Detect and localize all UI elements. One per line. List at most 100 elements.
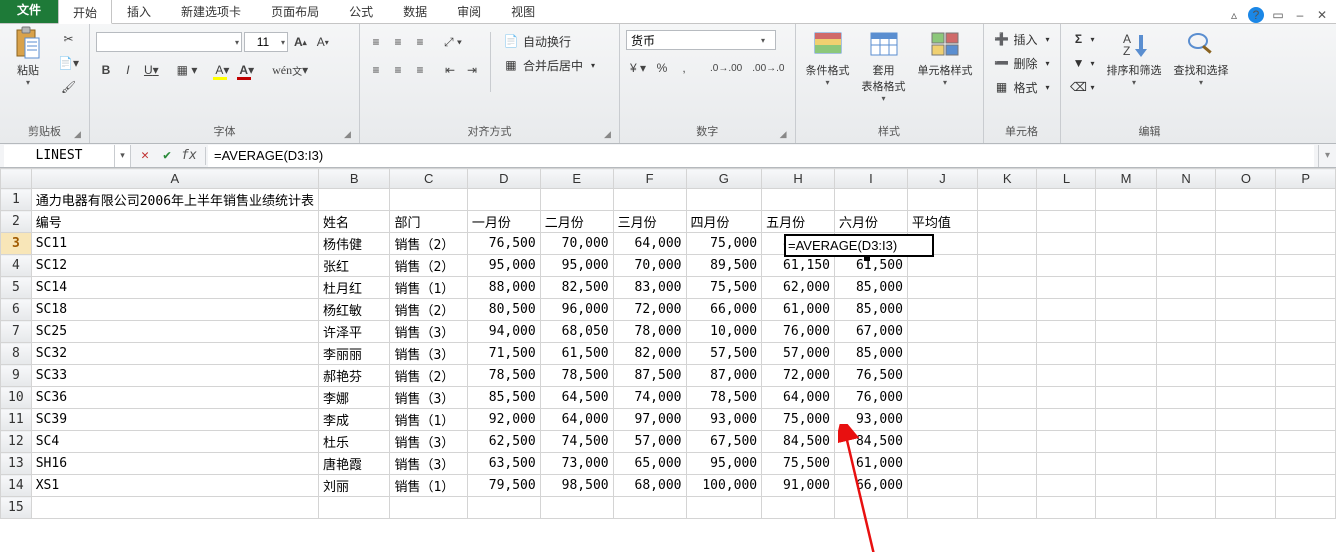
cell[interactable] — [1216, 321, 1276, 343]
cell[interactable] — [907, 233, 977, 255]
cell[interactable]: SC18 — [31, 299, 318, 321]
cell[interactable] — [1156, 387, 1216, 409]
column-header[interactable]: B — [319, 169, 390, 189]
cell[interactable]: 销售（3） — [390, 431, 467, 453]
cell[interactable] — [467, 189, 540, 211]
cell[interactable]: SC39 — [31, 409, 318, 431]
cell[interactable] — [1276, 409, 1336, 431]
cell[interactable]: 62,000 — [762, 277, 835, 299]
cell[interactable] — [1156, 299, 1216, 321]
window-minimize-icon[interactable]: – — [1292, 7, 1308, 23]
phonetic-button[interactable]: wén文 ▾ — [268, 59, 312, 81]
cell[interactable]: 74,500 — [540, 431, 613, 453]
cell[interactable]: 85,000 — [835, 277, 908, 299]
cell[interactable] — [1216, 277, 1276, 299]
cell[interactable]: 57,000 — [762, 343, 835, 365]
cell[interactable]: 87,000 — [686, 365, 762, 387]
cell[interactable]: 78,500 — [540, 365, 613, 387]
cell[interactable]: 64,000 — [762, 387, 835, 409]
cell[interactable] — [390, 497, 467, 519]
cell[interactable] — [1037, 409, 1096, 431]
cell[interactable]: 83,000 — [613, 277, 686, 299]
cell[interactable] — [1096, 343, 1156, 365]
cell[interactable] — [978, 277, 1037, 299]
tab-审阅[interactable]: 审阅 — [442, 0, 496, 23]
cell[interactable] — [1156, 189, 1216, 211]
row-header[interactable]: 9 — [1, 365, 32, 387]
cell[interactable]: 67,500 — [686, 431, 762, 453]
cell[interactable] — [540, 497, 613, 519]
cell[interactable] — [907, 189, 977, 211]
dialog-launcher-icon[interactable]: ◢ — [344, 129, 351, 140]
cell[interactable] — [1276, 387, 1336, 409]
cell[interactable] — [1037, 233, 1096, 255]
decrease-font-icon[interactable]: A▾ — [313, 31, 333, 53]
accounting-format-icon[interactable]: ¥ ▾ — [626, 57, 650, 79]
wrap-text-button[interactable]: 📄自动换行 — [499, 30, 599, 52]
cell[interactable] — [907, 299, 977, 321]
font-color-button[interactable]: A ▾ — [235, 59, 258, 81]
cell[interactable]: 销售（2） — [390, 299, 467, 321]
column-header[interactable]: D — [467, 169, 540, 189]
column-header[interactable]: A — [31, 169, 318, 189]
cell[interactable] — [1216, 475, 1276, 497]
cell[interactable]: 平均值 — [907, 211, 977, 233]
cell[interactable] — [978, 453, 1037, 475]
cell[interactable] — [762, 497, 835, 519]
cell[interactable] — [1037, 497, 1096, 519]
cell[interactable]: 唐艳霞 — [319, 453, 390, 475]
cell[interactable]: 61,500 — [835, 255, 908, 277]
cell[interactable] — [1156, 211, 1216, 233]
cell[interactable] — [1037, 453, 1096, 475]
cell[interactable]: 64,500 — [540, 387, 613, 409]
cell[interactable]: 79,500 — [467, 475, 540, 497]
formula-input[interactable]: =AVERAGE(D3:I3) — [208, 145, 1314, 167]
cell[interactable] — [1216, 497, 1276, 519]
cell[interactable]: 89,500 — [686, 255, 762, 277]
cell[interactable]: SC25 — [31, 321, 318, 343]
cell[interactable] — [1037, 365, 1096, 387]
cell[interactable]: 64,000 — [540, 409, 613, 431]
cell[interactable] — [1096, 409, 1156, 431]
cell[interactable] — [1216, 233, 1276, 255]
cell[interactable] — [1037, 255, 1096, 277]
cell[interactable]: 82,500 — [540, 277, 613, 299]
cell[interactable] — [1037, 189, 1096, 211]
cell[interactable] — [1276, 189, 1336, 211]
cell[interactable] — [319, 497, 390, 519]
cell[interactable] — [978, 365, 1037, 387]
cell[interactable]: 76,000 — [762, 321, 835, 343]
cell[interactable]: 75,000 — [762, 409, 835, 431]
cell[interactable]: 63,500 — [467, 453, 540, 475]
cell[interactable] — [1156, 277, 1216, 299]
copy-button[interactable]: 📄▾ — [54, 52, 83, 74]
select-all-corner[interactable] — [1, 169, 32, 189]
cell[interactable] — [978, 409, 1037, 431]
tab-公式[interactable]: 公式 — [334, 0, 388, 23]
align-left-icon[interactable]: ≡ — [366, 59, 386, 81]
row-header[interactable]: 6 — [1, 299, 32, 321]
cell[interactable] — [907, 431, 977, 453]
cell[interactable]: 84,500 — [762, 431, 835, 453]
cell[interactable]: 张红 — [319, 255, 390, 277]
cell[interactable] — [1216, 299, 1276, 321]
cell[interactable]: 李娜 — [319, 387, 390, 409]
column-header[interactable]: F — [613, 169, 686, 189]
format-painter-button[interactable]: 🖌 — [54, 76, 83, 98]
border-button[interactable]: ▦ ▾ — [173, 59, 202, 81]
cell[interactable]: SH16 — [31, 453, 318, 475]
fill-button[interactable]: ▼▾ — [1067, 52, 1099, 74]
cell[interactable] — [1276, 343, 1336, 365]
cell[interactable]: SC12 — [31, 255, 318, 277]
cell[interactable]: 编号 — [31, 211, 318, 233]
cell[interactable]: 92,000 — [467, 409, 540, 431]
indent-decrease-icon[interactable]: ⇤ — [440, 59, 460, 81]
decrease-decimal-icon[interactable]: .00→.0 — [748, 57, 788, 79]
cell[interactable]: 85,000 — [835, 299, 908, 321]
cell[interactable]: 85,500 — [467, 387, 540, 409]
tab-视图[interactable]: 视图 — [496, 0, 550, 23]
cell[interactable]: 72,000 — [613, 299, 686, 321]
cell[interactable]: 二月份 — [540, 211, 613, 233]
cell[interactable] — [1096, 299, 1156, 321]
increase-decimal-icon[interactable]: .0→.00 — [706, 57, 746, 79]
